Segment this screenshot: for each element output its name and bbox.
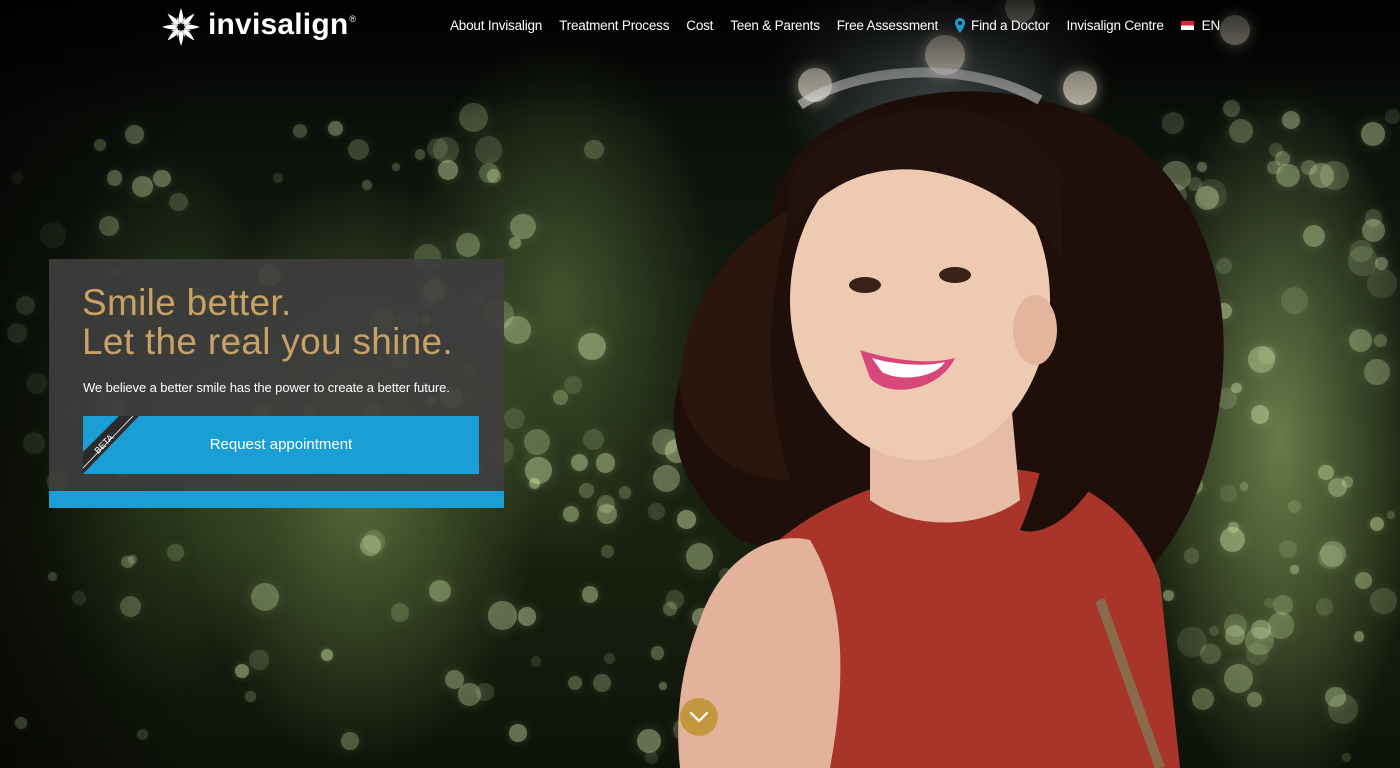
bokeh-light [1319,161,1349,191]
bokeh-light [1350,239,1373,263]
bokeh-light [510,213,536,239]
bokeh-light [1355,572,1372,590]
bokeh-light [1367,269,1397,299]
bokeh-light [444,670,464,690]
hero-headline: Smile better. Let the real you shine. [82,283,453,361]
bokeh-light [478,162,499,183]
scroll-down-button[interactable] [680,698,718,736]
bokeh-light [578,332,606,360]
bokeh-light [503,315,531,344]
bokeh-light [1324,686,1346,708]
bokeh-light [567,676,582,691]
bokeh-light [581,586,598,603]
bokeh-light [595,453,616,473]
nav-treatment-process[interactable]: Treatment Process [559,18,669,33]
bokeh-light [292,124,307,139]
bokeh-light [601,544,615,558]
language-selector[interactable]: EN [1180,18,1221,33]
bokeh-light [592,673,611,692]
hero-portrait-image [673,67,1224,768]
invisalign-logo[interactable]: invisalign ® [160,6,356,48]
nav-cost[interactable]: Cost [686,18,713,33]
bokeh-light [428,579,452,602]
nav-invisalign-centre[interactable]: Invisalign Centre [1066,18,1163,33]
bokeh-light [359,534,382,556]
site-header: invisalign ® About Invisalign Treatment … [0,0,1400,54]
hero-subtext: We believe a better smile has the power … [83,380,450,395]
chevron-down-icon [689,711,709,723]
bokeh-light [438,160,458,180]
bokeh-light [327,120,344,137]
bokeh-light [509,724,527,742]
nav-find-a-doctor-label: Find a Doctor [971,18,1050,33]
bokeh-light [390,603,410,622]
request-appointment-button[interactable]: BETA Request appointment [83,416,479,474]
bokeh-light [563,506,579,522]
bokeh-light [391,162,400,172]
bokeh-light [455,232,480,257]
nav-about-invisalign[interactable]: About Invisalign [450,18,542,33]
bokeh-light [488,601,517,630]
bokeh-light [563,375,582,394]
hero-promo-card: Smile better. Let the real you shine. We… [49,259,504,508]
bokeh-light [1317,464,1334,481]
bokeh-light [552,389,568,405]
bokeh-light [1302,225,1325,248]
bokeh-light [234,664,249,679]
nav-find-a-doctor[interactable]: Find a Doctor [955,18,1050,33]
request-appointment-label: Request appointment [209,436,353,453]
bokeh-light [320,649,333,661]
main-nav: About Invisalign Treatment Process Cost … [433,18,1220,33]
bokeh-light [1370,587,1397,615]
bokeh-light [245,691,257,702]
bokeh-light [249,649,270,670]
map-pin-icon [955,18,966,33]
bokeh-light [1374,333,1388,347]
bokeh-light [1370,516,1385,531]
language-label: EN [1201,18,1221,33]
card-accent-strip [49,491,504,508]
hero-headline-line-2: Let the real you shine. [82,321,453,362]
bokeh-light [361,179,372,190]
bokeh-light [1327,478,1347,498]
bokeh-light [504,407,526,429]
bokeh-light [1361,219,1385,243]
bokeh-light [414,149,426,160]
bokeh-light [1386,510,1395,519]
singapore-flag-icon [1180,21,1194,30]
registered-mark: ® [349,14,357,24]
bokeh-light [1361,121,1386,146]
hero-headline-line-1: Smile better. [82,282,292,323]
bokeh-light [523,428,550,456]
starburst-logo-icon [162,8,200,46]
bokeh-light [1315,598,1334,616]
bokeh-light [578,483,594,499]
nav-teen-parents[interactable]: Teen & Parents [730,18,820,33]
bokeh-light [273,172,284,183]
brand-name: invisalign [208,8,349,41]
nav-free-assessment[interactable]: Free Assessment [837,18,938,33]
bokeh-light [474,136,503,164]
bokeh-light [341,732,359,750]
bokeh-light [525,457,552,484]
bokeh-light [517,606,537,626]
bokeh-light [603,652,615,664]
bokeh-light [597,494,616,513]
